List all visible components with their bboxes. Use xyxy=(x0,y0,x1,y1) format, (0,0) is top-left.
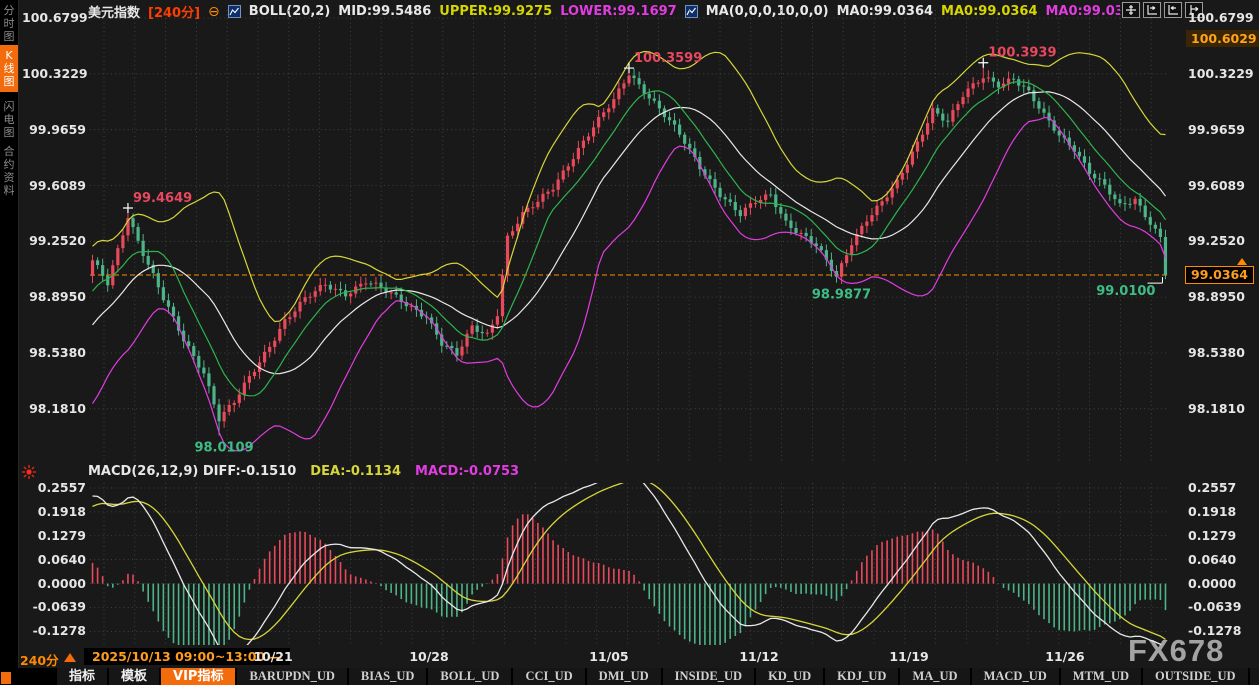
macd-axis-label: 0.2557 xyxy=(1188,480,1252,496)
extreme-cross-marker xyxy=(123,203,133,213)
macd-header-token: MACD(26,12,9) DIFF:-0.1510 xyxy=(88,464,296,479)
macd-axis-label: 0.1918 xyxy=(1188,504,1252,520)
indicator-tab-inside_ud[interactable]: INSIDE_UD xyxy=(663,668,754,685)
price-axis-label: 98.5380 xyxy=(22,345,86,361)
indicator-tab-kd_ud[interactable]: KD_UD xyxy=(756,668,823,685)
price-annotation: 98.0109 xyxy=(194,440,253,455)
extreme-cross-marker xyxy=(624,63,634,73)
indicator-settings-icon[interactable] xyxy=(21,464,37,480)
indicator-tab-macd_ud[interactable]: MACD_UD xyxy=(972,668,1059,685)
last-price-box: 99.0364 xyxy=(1185,266,1254,284)
price-annotation: 100.3599 xyxy=(634,51,702,66)
indicator-tab-dmi_ud[interactable]: DMI_UD xyxy=(587,668,661,685)
date-axis-label: 11/19 xyxy=(885,649,933,664)
price-annotation: 99.4649 xyxy=(133,191,192,206)
macd-header-token: DEA:-0.1134 xyxy=(310,464,401,479)
chart-application: 分时图K线图闪电图合约资料 美元指数[240分]⊖BOLL(20,2)MID:9… xyxy=(0,0,1259,685)
macd-header: MACD(26,12,9) DIFF:-0.1510 DEA:-0.1134 MAC… xyxy=(88,464,519,479)
macd-axis-label: 0.0640 xyxy=(22,552,86,568)
price-axis-label: 98.1810 xyxy=(22,401,86,417)
price-up-arrow-icon xyxy=(1237,258,1247,265)
price-axis-label: 98.8950 xyxy=(22,289,86,305)
price-axis-label: 100.6799 xyxy=(22,10,86,26)
price-axis-label: 99.2520 xyxy=(22,233,86,249)
indicator-tab-cci_ud[interactable]: CCI_UD xyxy=(513,668,584,685)
macd-axis-label: 0.0000 xyxy=(22,576,86,592)
macd-axis-label: 0.1918 xyxy=(22,504,86,520)
price-axis-label: 99.6089 xyxy=(1188,178,1252,194)
indicator-tab-ma_ud[interactable]: MA_UD xyxy=(900,668,969,685)
macd-axis-label: 0.1279 xyxy=(1188,528,1252,544)
macd-axis-label: 0.1279 xyxy=(22,528,86,544)
price-axis-label: 99.2520 xyxy=(1188,233,1252,249)
sidebar-grip[interactable] xyxy=(1,672,11,684)
price-axis-label: 100.3229 xyxy=(1188,66,1252,82)
price-annotation: 98.9877 xyxy=(812,288,871,303)
price-axis-label: 99.6089 xyxy=(22,178,86,194)
last-low-pointer xyxy=(1147,277,1162,283)
macd-axis-label: 0.0640 xyxy=(1188,552,1252,568)
indicator-toolbar: 指标模板VIP指标BARUPDN_UDBIAS_UDBOLL_UDCCI_UDD… xyxy=(18,668,1259,685)
indicator-tab-outside_ud[interactable]: OUTSIDE_UD xyxy=(1143,668,1248,685)
session-high-badge: 100.6029 xyxy=(1186,30,1259,47)
sidebar-item-2[interactable]: K线图 xyxy=(0,45,18,92)
sidebar-item-3[interactable]: 闪电图 xyxy=(0,100,18,139)
price-axis-label: 100.3229 xyxy=(22,66,86,82)
indicator-tab-boll_ud[interactable]: BOLL_UD xyxy=(428,668,511,685)
date-axis-label: 11/26 xyxy=(1041,649,1089,664)
macd-axis-label: 0.0000 xyxy=(1188,576,1252,592)
sidebar-item-4[interactable]: 合约资料 xyxy=(0,145,18,197)
extreme-cross-marker xyxy=(978,58,988,68)
macd-axis-label: 0.2557 xyxy=(22,480,86,496)
indicator-tab-指标[interactable]: 指标 xyxy=(57,668,107,685)
macd-axis-label: -0.0639 xyxy=(22,599,86,615)
indicator-tab-kdj_ud[interactable]: KDJ_UD xyxy=(825,668,898,685)
price-axis-label: 100.6799 xyxy=(1188,10,1252,26)
price-axis-label: 98.1810 xyxy=(1188,401,1252,417)
price-chart[interactable]: 99.4649 98.0109 100.3599 98.9877 100.3939 99.… xyxy=(90,10,1168,462)
price-annotation: 99.0100 xyxy=(1096,284,1155,299)
price-axis-label: 99.9659 xyxy=(1188,122,1252,138)
sidebar-item-1[interactable]: 分时图 xyxy=(0,4,18,43)
indicator-tab-vip指标[interactable]: VIP指标 xyxy=(161,668,235,685)
indicator-tab-barupdn_ud[interactable]: BARUPDN_UD xyxy=(237,668,346,685)
price-annotation: 100.3939 xyxy=(988,46,1056,61)
timeframe-label[interactable]: 240分 xyxy=(20,650,59,669)
date-axis-label: 10/28 xyxy=(405,649,453,664)
date-axis-label: 11/05 xyxy=(585,649,633,664)
indicator-tab-mtm_ud[interactable]: MTM_UD xyxy=(1061,668,1141,685)
macd-header-token: MACD:-0.0753 xyxy=(415,464,519,479)
left-sidebar: 分时图 K线图闪电图合约资料 xyxy=(0,0,19,685)
macd-axis-label: -0.1278 xyxy=(22,623,86,639)
price-axis-label: 98.5380 xyxy=(1188,345,1252,361)
indicator-tab-模板[interactable]: 模板 xyxy=(109,668,159,685)
price-axis-label: 99.9659 xyxy=(22,122,86,138)
date-axis-label: 10/21 xyxy=(249,649,297,664)
indicator-tab-bias_ud[interactable]: BIAS_UD xyxy=(349,668,427,685)
timeframe-up-arrow-icon xyxy=(64,653,76,662)
date-axis-label: 11/12 xyxy=(735,649,783,664)
macd-chart[interactable] xyxy=(90,483,1168,645)
macd-axis-label: -0.0639 xyxy=(1188,599,1252,615)
price-axis-label: 98.8950 xyxy=(1188,289,1252,305)
indicator-tab-psy_ud[interactable]: PSY_UD xyxy=(1250,668,1259,685)
